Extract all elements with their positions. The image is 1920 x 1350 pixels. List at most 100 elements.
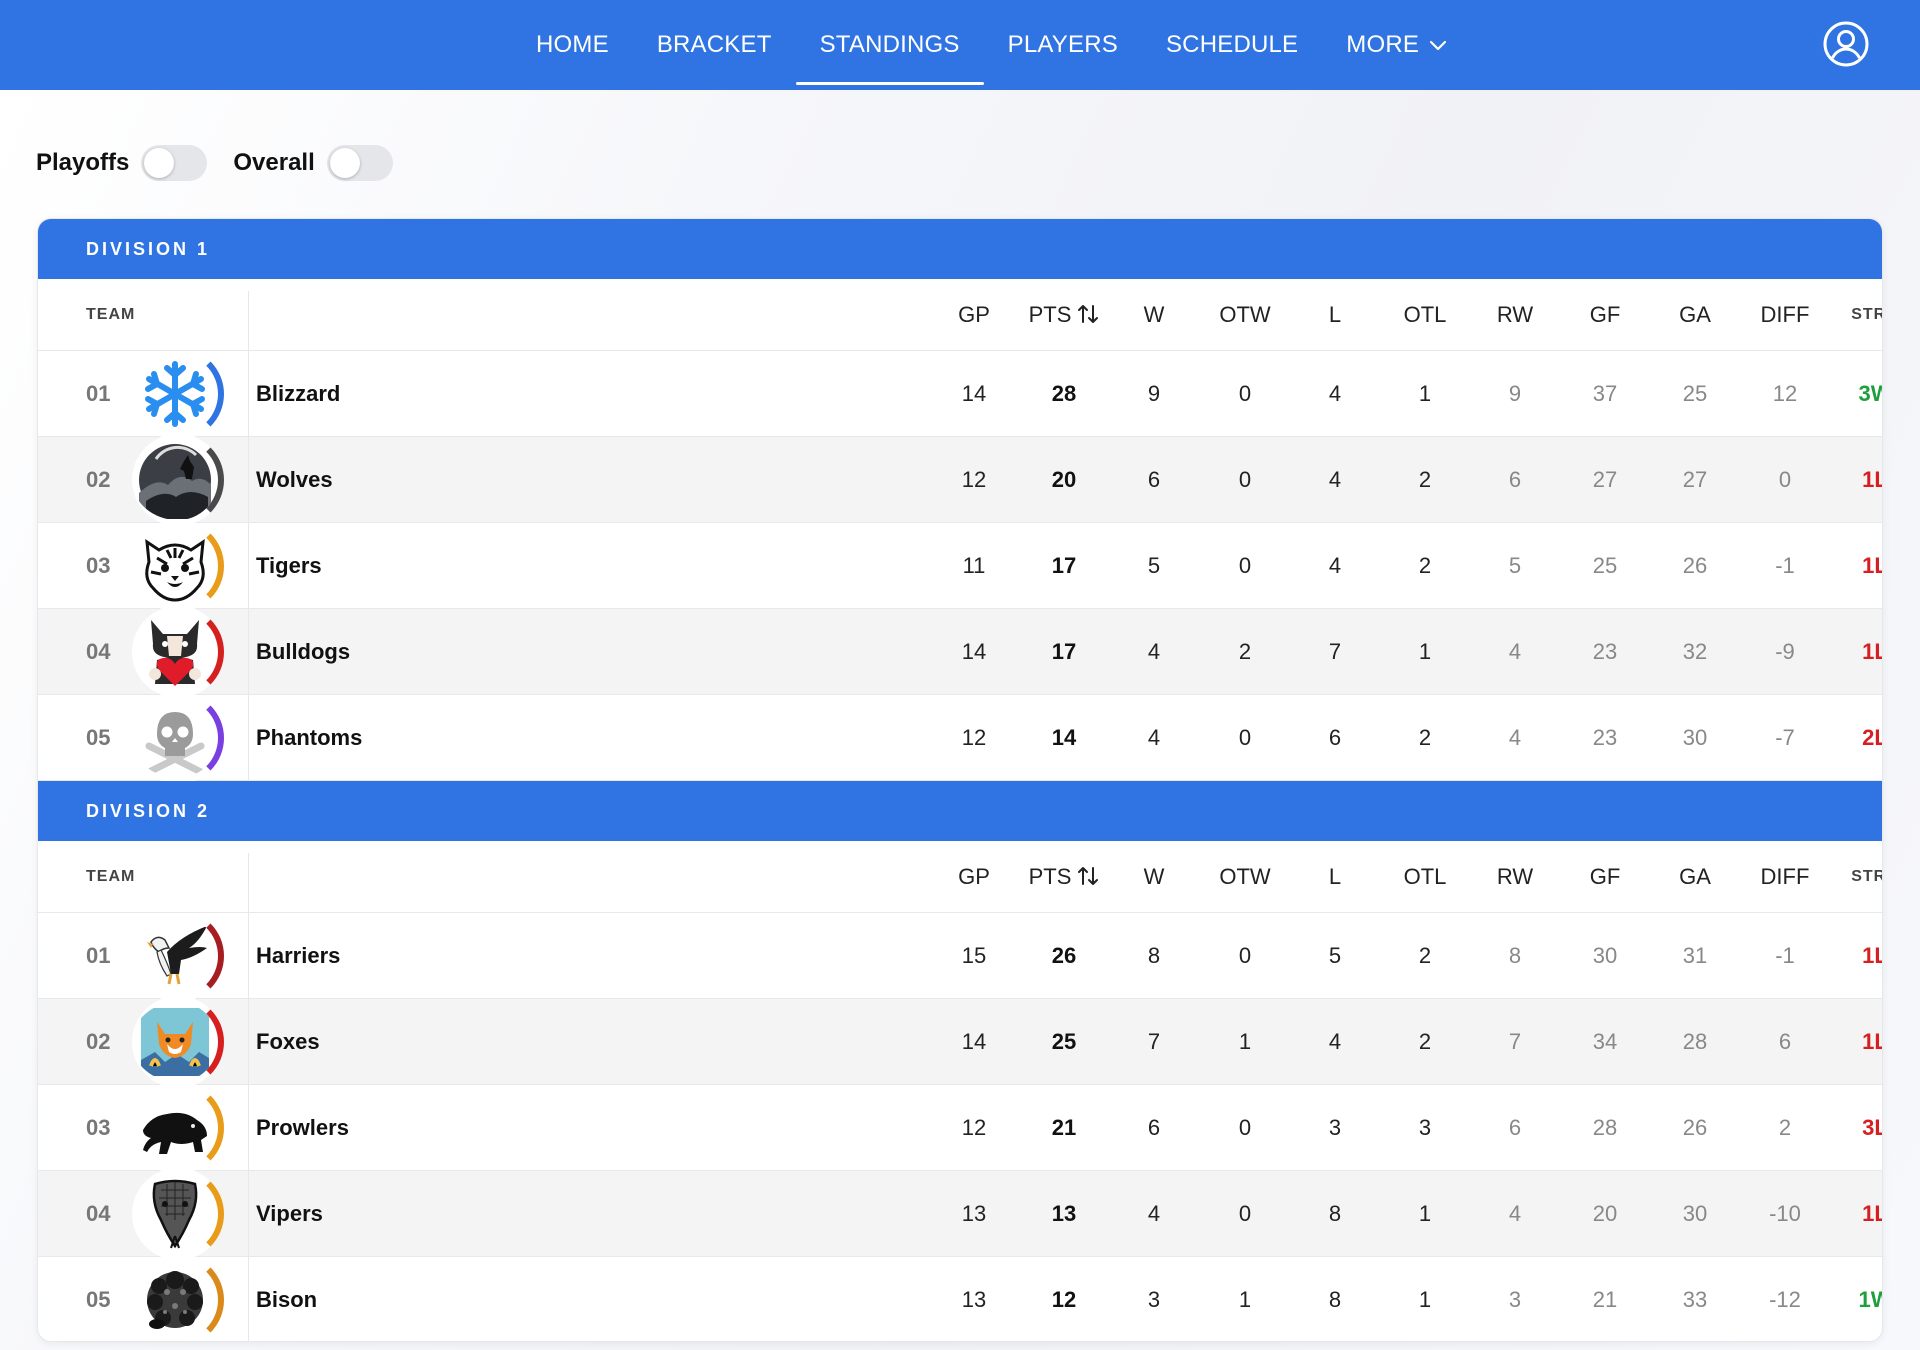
col-diff-header: DIFF <box>1740 864 1830 890</box>
stat-strk: 3L <box>1862 1114 1882 1140</box>
stat-diff: -1 <box>1775 552 1795 578</box>
stat-w: 4 <box>1147 1200 1161 1226</box>
stat-gf: 37 <box>1592 380 1618 406</box>
col-l-label: L <box>1328 301 1342 327</box>
stat-w: 6 <box>1147 1114 1161 1140</box>
division-header: DIVISION 2 <box>38 781 1882 841</box>
stat-diff: 12 <box>1772 380 1798 406</box>
col-gf-header: GF <box>1560 864 1650 890</box>
team-name[interactable]: Prowlers <box>256 1115 349 1141</box>
team-name[interactable]: Tigers <box>256 553 322 579</box>
column-divider <box>248 913 249 998</box>
nav-more[interactable]: MORE <box>1322 0 1471 90</box>
column-divider <box>248 351 249 436</box>
table-row[interactable]: 01 Blizzard1428904193725123W <box>38 351 1882 437</box>
nav-standings[interactable]: STANDINGS <box>795 0 984 90</box>
team-name[interactable]: Foxes <box>256 1029 320 1055</box>
col-strk-header: STRK <box>1851 867 1882 885</box>
team-logo <box>130 1257 238 1341</box>
col-diff-label: DIFF <box>1760 301 1810 327</box>
stat-ga: 31 <box>1682 942 1708 968</box>
team-name[interactable]: Vipers <box>256 1201 323 1227</box>
stat-gf: 27 <box>1592 466 1618 492</box>
nav-bracket[interactable]: BRACKET <box>633 0 796 90</box>
stat-strk: 1W <box>1858 1286 1883 1312</box>
stat-l: 4 <box>1328 552 1342 578</box>
table-row[interactable]: 05 Bison1312318132133-121W <box>38 1257 1883 1341</box>
col-otw-header: OTW <box>1200 302 1290 328</box>
stat-gp: 13 <box>961 1286 987 1312</box>
sort-icon <box>1078 304 1099 323</box>
stat-otw: 0 <box>1238 942 1252 968</box>
stat-w: 8 <box>1147 942 1161 968</box>
fox-icon <box>132 999 224 1085</box>
team-name[interactable]: Blizzard <box>256 381 340 407</box>
table-row[interactable]: 04 Bulldogs1417427142332-91L <box>38 609 1882 695</box>
stat-pts: 20 <box>1051 466 1077 492</box>
col-pts-header[interactable]: PTS <box>1019 864 1109 890</box>
column-header-row: TEAM GP PTS W OTW L OTL RW GF GA DIFF STRK <box>38 841 1882 913</box>
stat-w: 3 <box>1147 1286 1161 1312</box>
stat-l: 4 <box>1328 1028 1342 1054</box>
top-navigation-bar: HOME BRACKET STANDINGS PLAYERS SCHEDULE … <box>0 0 1920 90</box>
col-gp-label: GP <box>958 863 990 889</box>
stat-rw: 5 <box>1508 552 1522 578</box>
stat-diff: -1 <box>1775 942 1795 968</box>
team-name[interactable]: Bulldogs <box>256 639 350 665</box>
user-circle-icon[interactable] <box>1822 20 1870 68</box>
stat-pts: 25 <box>1051 1028 1077 1054</box>
stat-diff: 2 <box>1778 1114 1792 1140</box>
stat-rw: 7 <box>1508 1028 1522 1054</box>
nav-players[interactable]: PLAYERS <box>984 0 1142 90</box>
stat-pts: 17 <box>1051 552 1077 578</box>
table-row[interactable]: 03 Prowlers122160336282623L <box>38 1085 1882 1171</box>
stat-otw: 0 <box>1238 1114 1252 1140</box>
stat-otl: 2 <box>1418 942 1432 968</box>
stat-otl: 2 <box>1418 1028 1432 1054</box>
stat-l: 3 <box>1328 1114 1342 1140</box>
nav-schedule[interactable]: SCHEDULE <box>1142 0 1322 90</box>
col-l-header: L <box>1290 302 1380 328</box>
stat-ga: 25 <box>1682 380 1708 406</box>
stat-ga: 28 <box>1682 1028 1708 1054</box>
stat-gf: 23 <box>1592 638 1618 664</box>
stat-pts: 14 <box>1051 724 1077 750</box>
column-divider <box>248 1171 249 1256</box>
team-name[interactable]: Wolves <box>256 467 333 493</box>
table-row[interactable]: 05 Phantoms1214406242330-72L <box>38 695 1882 781</box>
team-logo <box>130 437 238 523</box>
stat-rw: 6 <box>1508 1114 1522 1140</box>
col-otw-header: OTW <box>1200 864 1290 890</box>
col-rw-label: RW <box>1496 301 1534 327</box>
team-name[interactable]: Phantoms <box>256 725 362 751</box>
sort-icon <box>1078 866 1099 885</box>
eagle-icon <box>132 913 224 999</box>
stat-rw: 4 <box>1508 638 1522 664</box>
stat-w: 7 <box>1147 1028 1161 1054</box>
col-pts-header[interactable]: PTS <box>1019 302 1109 328</box>
overall-toggle[interactable] <box>326 145 393 181</box>
standings-filters: Playoffs Overall <box>36 145 419 181</box>
stat-gp: 12 <box>961 1114 987 1140</box>
stat-otw: 2 <box>1238 638 1252 664</box>
stat-w: 4 <box>1147 638 1161 664</box>
stat-gf: 21 <box>1592 1286 1618 1312</box>
col-rw-label: RW <box>1496 863 1534 889</box>
stat-otl: 1 <box>1418 1200 1432 1226</box>
bison-icon <box>132 1257 224 1341</box>
table-row[interactable]: 01 Harriers1526805283031-11L <box>38 913 1882 999</box>
table-row[interactable]: 02 Wolves122060426272701L <box>38 437 1882 523</box>
team-logo <box>130 695 238 781</box>
playoffs-toggle[interactable] <box>141 145 208 181</box>
stat-diff: 0 <box>1778 466 1792 492</box>
stat-otl: 2 <box>1418 466 1432 492</box>
team-name[interactable]: Harriers <box>256 943 340 969</box>
team-name[interactable]: Bison <box>256 1287 317 1313</box>
table-row[interactable]: 04 Vipers1313408142030-101L <box>38 1171 1882 1257</box>
table-row[interactable]: 03 Tigers1117504252526-11L <box>38 523 1882 609</box>
division-title: DIVISION 2 <box>86 800 211 821</box>
col-rw-header: RW <box>1470 864 1560 890</box>
table-row[interactable]: 02 Foxes142571427342861L <box>38 999 1882 1085</box>
col-gp-label: GP <box>958 301 990 327</box>
nav-home[interactable]: HOME <box>512 0 633 90</box>
